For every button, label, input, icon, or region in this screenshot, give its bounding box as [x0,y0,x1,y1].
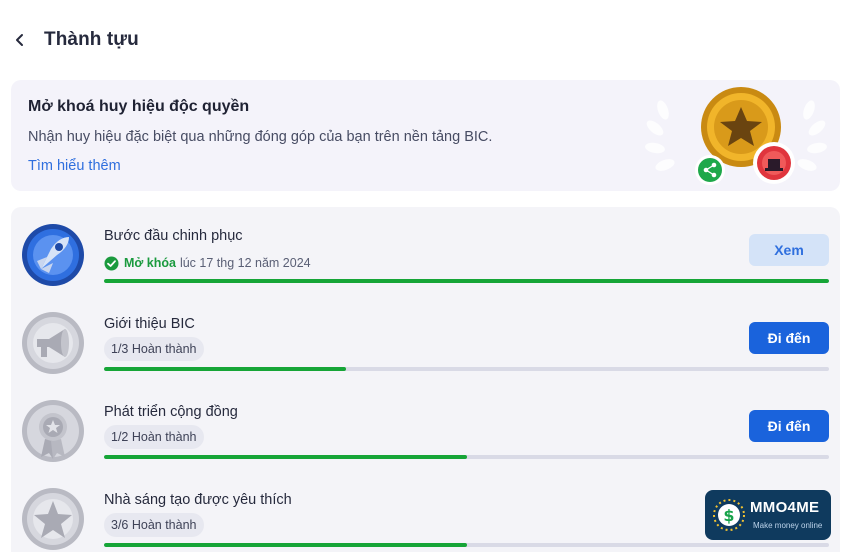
achievement-title: Giới thiệu BIC [104,316,195,332]
progress-bar [104,455,829,459]
unlocked-time: lúc 17 thg 12 năm 2024 [179,256,311,270]
chevron-left-icon[interactable] [13,33,27,47]
achievement-title: Nhà sáng tạo được yêu thích [104,492,292,508]
laurel-right-icon [797,100,827,171]
progress-count: 1/2 Hoàn thành [104,425,204,449]
list-item: Bước đầu chinh phục Mở khóa lúc 17 thg 1… [11,207,840,295]
progress-fill [104,367,346,371]
progress-bar [104,279,829,283]
progress-bar [104,543,829,547]
laurel-left-icon [645,100,675,171]
back-button[interactable] [8,28,32,52]
megaphone-badge-icon [22,312,84,374]
banner-description: Nhận huy hiệu đặc biệt qua những đóng gó… [28,129,493,145]
star-badge-icon [22,488,84,550]
achievement-title: Phát triển cộng đồng [104,404,238,420]
unlock-status: Mở khóa lúc 17 thg 12 năm 2024 [104,253,311,273]
watermark-tagline: Make money online [753,521,823,530]
list-item: Giới thiệu BIC 1/3 Hoàn thành Đi đến [11,295,840,383]
progress-count: 3/6 Hoàn thành [104,513,204,537]
unlocked-label: Mở khóa [124,256,176,270]
banner-title: Mở khoá huy hiệu độc quyền [28,98,250,115]
medal-badge-icon [22,400,84,462]
watermark-name: MMO4ME [750,499,820,516]
svg-text:$: $ [723,506,734,525]
list-item: Phát triển cộng đồng 1/2 Hoàn thành Đi đ… [11,383,840,471]
go-to-button[interactable]: Đi đến [749,322,829,354]
header: Thành tựu [0,0,846,80]
magic-hat-icon [768,159,780,169]
go-to-button[interactable]: Đi đến [749,410,829,442]
progress-bar [104,367,829,371]
achievement-title: Bước đầu chinh phục [104,228,243,244]
dollar-coin-icon: $ [713,499,745,531]
progress-fill [104,455,467,459]
view-button[interactable]: Xem [749,234,829,266]
page-title: Thành tựu [44,29,139,50]
badge-collection-illustration [645,87,827,185]
progress-fill [104,543,467,547]
progress-fill [104,279,829,283]
rocket-badge-icon [22,224,84,286]
promo-banner: Mở khoá huy hiệu độc quyền Nhận huy hiệu… [11,80,840,191]
progress-count: 1/3 Hoàn thành [104,337,204,361]
learn-more-link[interactable]: Tìm hiểu thêm [28,158,121,174]
check-circle-icon [104,256,119,270]
watermark-logo: $ MMO4ME Make money online [705,490,831,540]
